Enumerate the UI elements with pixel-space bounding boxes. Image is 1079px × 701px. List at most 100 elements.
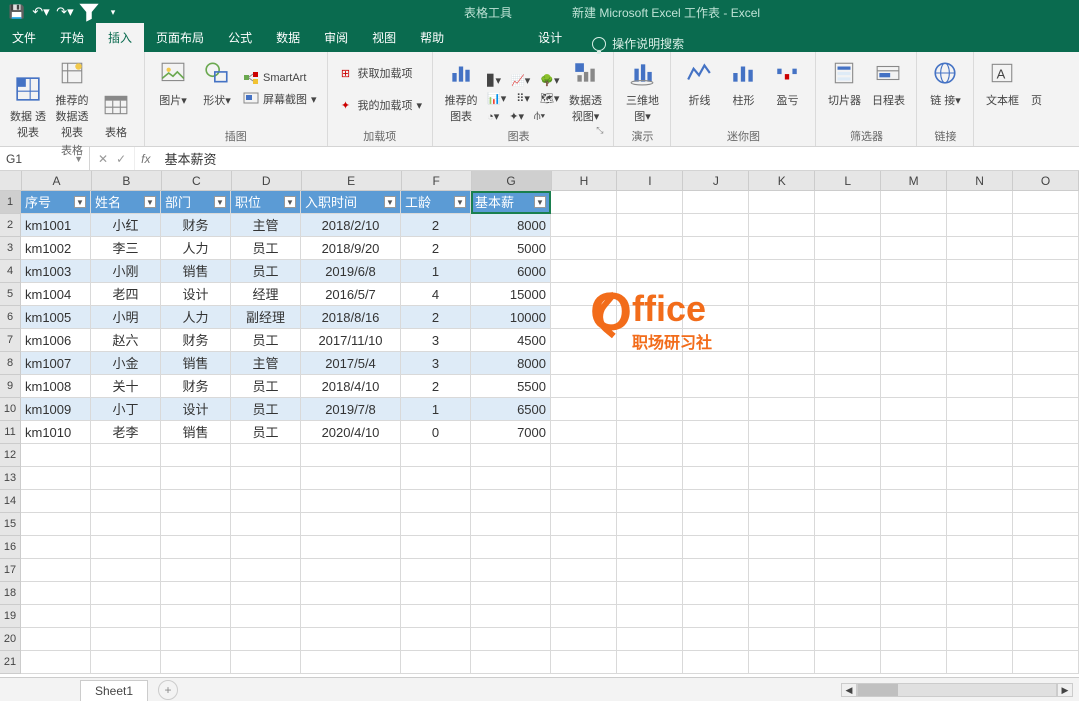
cell[interactable] xyxy=(815,260,881,283)
cell[interactable] xyxy=(683,490,749,513)
cell[interactable] xyxy=(231,559,301,582)
cell[interactable] xyxy=(551,651,617,674)
cell[interactable] xyxy=(401,605,471,628)
row-header[interactable]: 4 xyxy=(0,260,21,283)
cell[interactable] xyxy=(815,582,881,605)
get-addins-button[interactable]: ⊞获取加载项 xyxy=(336,64,425,82)
cell[interactable] xyxy=(617,237,683,260)
cell[interactable]: 2 xyxy=(401,375,471,398)
qat-more-icon[interactable]: ▾ xyxy=(102,1,124,23)
cell[interactable] xyxy=(947,582,1013,605)
scroll-right-icon[interactable]: ▶ xyxy=(1057,683,1073,697)
cell[interactable] xyxy=(551,352,617,375)
cell[interactable] xyxy=(1013,283,1079,306)
cell[interactable]: km1003 xyxy=(21,260,91,283)
name-box[interactable]: G1▼ xyxy=(0,147,90,170)
charts-launcher-icon[interactable]: ⤡ xyxy=(596,126,605,146)
recommended-pivot-button[interactable]: 推荐的 数据透视表 xyxy=(52,56,92,140)
cell[interactable] xyxy=(947,536,1013,559)
cell[interactable] xyxy=(683,628,749,651)
cell[interactable] xyxy=(1013,536,1079,559)
cell[interactable] xyxy=(21,628,91,651)
cell[interactable]: 4500 xyxy=(471,329,551,352)
my-addins-button[interactable]: ✦我的加载项 ▾ xyxy=(336,96,425,114)
row-header[interactable]: 3 xyxy=(0,237,21,260)
cell[interactable] xyxy=(471,559,551,582)
cell[interactable]: 员工 xyxy=(231,421,301,444)
row-header[interactable]: 15 xyxy=(0,513,21,536)
cell[interactable] xyxy=(683,421,749,444)
cell[interactable] xyxy=(947,444,1013,467)
cell[interactable]: 关十 xyxy=(91,375,161,398)
cell[interactable] xyxy=(815,306,881,329)
cell[interactable] xyxy=(21,651,91,674)
cell[interactable] xyxy=(617,283,683,306)
tab-home[interactable]: 开始 xyxy=(48,23,96,52)
cell[interactable] xyxy=(551,306,617,329)
cell[interactable] xyxy=(401,513,471,536)
cell[interactable] xyxy=(161,536,231,559)
cell[interactable] xyxy=(683,559,749,582)
redo-icon[interactable]: ↷▾ xyxy=(54,1,76,23)
cell[interactable] xyxy=(815,329,881,352)
cell[interactable]: km1005 xyxy=(21,306,91,329)
cell[interactable] xyxy=(815,651,881,674)
cell[interactable] xyxy=(947,467,1013,490)
cell[interactable] xyxy=(551,605,617,628)
cell[interactable]: 4 xyxy=(401,283,471,306)
cell[interactable]: 2018/4/10 xyxy=(301,375,401,398)
cell[interactable] xyxy=(815,191,881,214)
table-header-cell[interactable]: 姓名▼ xyxy=(91,191,161,214)
cell[interactable] xyxy=(881,628,947,651)
cell[interactable] xyxy=(161,559,231,582)
chart-stock-icon[interactable]: 📊▾ xyxy=(485,91,508,106)
col-header-N[interactable]: N xyxy=(947,171,1013,190)
cell[interactable]: 6000 xyxy=(471,260,551,283)
cell[interactable] xyxy=(617,628,683,651)
cell[interactable]: 5500 xyxy=(471,375,551,398)
cell[interactable]: 销售 xyxy=(161,260,231,283)
cell[interactable] xyxy=(1013,237,1079,260)
cell[interactable]: 6500 xyxy=(471,398,551,421)
row-header[interactable]: 18 xyxy=(0,582,21,605)
col-header-M[interactable]: M xyxy=(881,171,947,190)
cell[interactable] xyxy=(21,605,91,628)
cell[interactable] xyxy=(1013,306,1079,329)
cell[interactable]: 小丁 xyxy=(91,398,161,421)
cell[interactable] xyxy=(1013,490,1079,513)
cell[interactable] xyxy=(1013,559,1079,582)
tab-review[interactable]: 审阅 xyxy=(312,23,360,52)
tab-help[interactable]: 帮助 xyxy=(408,23,456,52)
col-header-K[interactable]: K xyxy=(749,171,815,190)
cell[interactable] xyxy=(1013,651,1079,674)
cell[interactable] xyxy=(749,490,815,513)
cell[interactable]: 人力 xyxy=(161,306,231,329)
sparkline-winloss-button[interactable]: 盈亏 xyxy=(767,56,807,108)
cell[interactable] xyxy=(947,214,1013,237)
col-header-A[interactable]: A xyxy=(22,171,92,190)
row-header[interactable]: 8 xyxy=(0,352,21,375)
cell[interactable] xyxy=(749,559,815,582)
cell[interactable] xyxy=(1013,628,1079,651)
cell[interactable] xyxy=(881,191,947,214)
filter-dropdown-icon[interactable]: ▼ xyxy=(534,196,546,208)
cell[interactable]: 销售 xyxy=(161,352,231,375)
cell[interactable]: 15000 xyxy=(471,283,551,306)
cell[interactable]: 1 xyxy=(401,260,471,283)
cell[interactable]: km1007 xyxy=(21,352,91,375)
cell[interactable] xyxy=(161,467,231,490)
chart-combo-icon[interactable]: ⫛▾ xyxy=(532,109,547,124)
cell[interactable] xyxy=(683,467,749,490)
cell[interactable] xyxy=(401,651,471,674)
cell[interactable] xyxy=(749,237,815,260)
timeline-button[interactable]: 日程表 xyxy=(868,56,908,108)
cell[interactable]: 2018/9/20 xyxy=(301,237,401,260)
cell[interactable]: 10000 xyxy=(471,306,551,329)
row-header[interactable]: 21 xyxy=(0,651,21,674)
cell[interactable] xyxy=(617,444,683,467)
table-header-cell[interactable]: 入职时间▼ xyxy=(301,191,401,214)
cell[interactable]: 8000 xyxy=(471,214,551,237)
cell[interactable] xyxy=(161,651,231,674)
chart-surface-icon[interactable]: 🗺▾ xyxy=(538,91,562,106)
cancel-formula-icon[interactable]: ✕ xyxy=(98,152,108,166)
